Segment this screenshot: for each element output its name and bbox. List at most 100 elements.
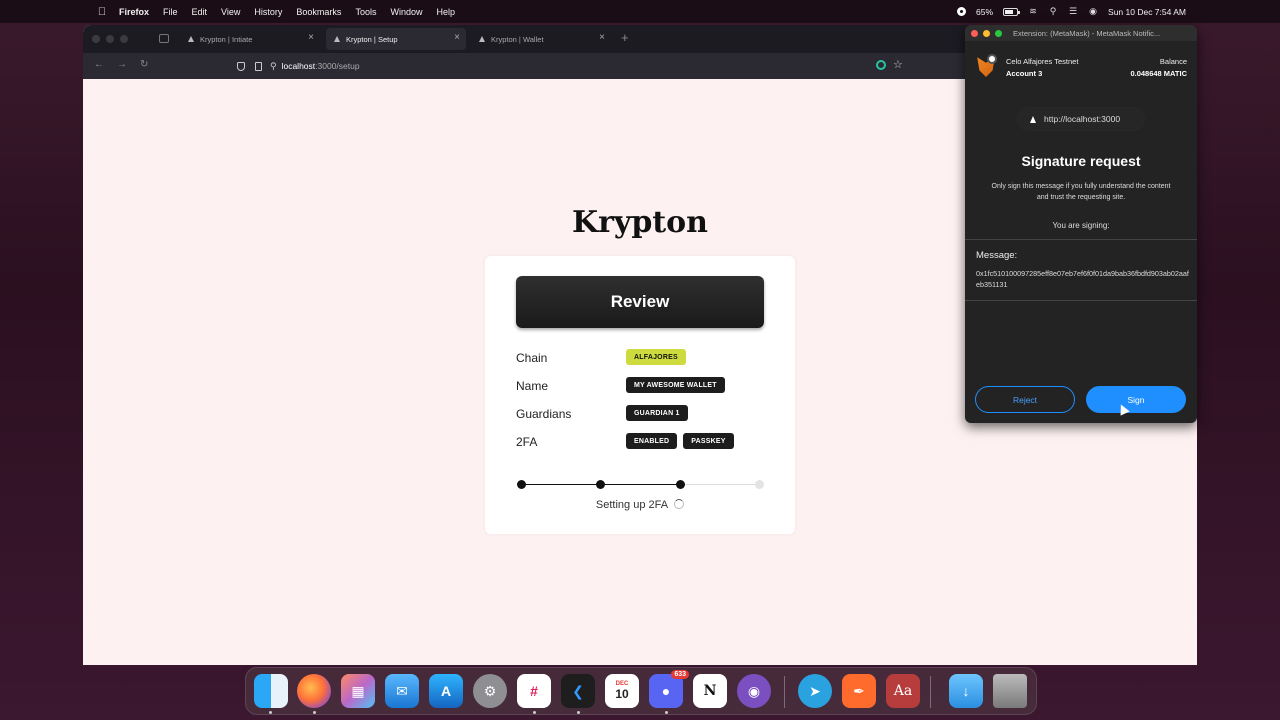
spotlight-search-icon[interactable]: ⚲	[1048, 6, 1058, 17]
menu-view[interactable]: View	[221, 7, 240, 17]
setup-status: Setting up 2FA	[485, 499, 795, 511]
dictionary-label: Aa	[893, 683, 913, 699]
close-tab-icon[interactable]: ×	[308, 32, 314, 43]
wifi-icon[interactable]: ≋	[1028, 6, 1038, 17]
app-store-icon[interactable]: A	[429, 674, 463, 708]
message-box[interactable]: Message: 0x1fc510100097285eff8e07eb7ef6f…	[965, 239, 1197, 301]
row-label: 2FA	[516, 435, 538, 449]
bookmark-star-icon[interactable]: ☆	[893, 58, 903, 71]
account-name: Account 3	[1006, 69, 1043, 78]
discord-notification-badge: 633	[671, 670, 689, 679]
forward-arrow-icon[interactable]: →	[117, 59, 127, 70]
window-controls	[92, 35, 128, 43]
system-settings-icon[interactable]: ⚙	[473, 674, 507, 708]
sign-button[interactable]: Sign	[1086, 386, 1186, 413]
metamask-popup: Extension: (MetaMask) - MetaMask Notific…	[965, 25, 1197, 423]
tab-overview-icon[interactable]	[159, 34, 169, 43]
progress-step-1	[517, 480, 526, 489]
progress-step-3	[675, 480, 685, 489]
menu-help[interactable]: Help	[436, 7, 455, 17]
zoom-window-button[interactable]	[995, 30, 1002, 37]
apple-icon[interactable]: 	[95, 6, 109, 18]
dictionary-icon[interactable]: Aa	[886, 674, 920, 708]
row-label: Name	[516, 379, 549, 393]
discord-icon[interactable]: ● 633	[649, 670, 689, 708]
vscode-icon[interactable]: ❮	[561, 674, 595, 708]
extension-icon[interactable]	[876, 60, 886, 70]
dock-separator	[930, 676, 931, 708]
krypton-favicon-icon	[188, 36, 194, 42]
tab-title: Krypton | Setup	[346, 34, 398, 44]
you-are-signing-label: You are signing:	[1052, 221, 1110, 230]
menu-file[interactable]: File	[163, 7, 178, 17]
close-tab-icon[interactable]: ×	[454, 32, 460, 43]
key-icon[interactable]: ⚲	[270, 61, 277, 72]
row-label: Guardians	[516, 407, 572, 421]
setup-progress	[517, 480, 764, 490]
2fa-enabled-badge: ENABLED	[626, 433, 678, 449]
krypton-favicon-icon	[479, 36, 485, 42]
firefox-icon[interactable]	[297, 674, 331, 708]
tracking-shield-icon[interactable]	[237, 61, 245, 71]
slack-icon[interactable]: #	[517, 674, 551, 708]
pen-app-icon[interactable]: ✒	[842, 674, 876, 708]
close-tab-icon[interactable]: ×	[599, 32, 605, 43]
github-desktop-icon[interactable]: ◉	[737, 674, 771, 708]
menu-edit[interactable]: Edit	[192, 7, 208, 17]
network-name: Celo Alfajores Testnet	[1006, 57, 1079, 66]
battery-icon[interactable]	[1003, 7, 1021, 16]
menu-app-firefox[interactable]: Firefox	[119, 7, 149, 17]
calendar-icon[interactable]: DEC 10	[605, 674, 639, 708]
menu-bookmarks[interactable]: Bookmarks	[296, 7, 341, 17]
origin-url: http://localhost:3000	[1044, 114, 1121, 124]
minimize-window-button[interactable]	[106, 35, 114, 43]
url-bar[interactable]: ⚲ localhost:3000/setup	[233, 56, 913, 76]
siri-icon[interactable]: ◉	[1088, 6, 1098, 17]
reject-button[interactable]: Reject	[975, 386, 1075, 413]
back-arrow-icon[interactable]: ←	[94, 59, 104, 70]
mail-icon[interactable]: ✉	[385, 674, 419, 708]
chain-badge: ALFAJORES	[626, 349, 686, 365]
krypton-favicon-icon	[334, 36, 340, 42]
macos-menubar:  Firefox File Edit View History Bookmar…	[0, 0, 1280, 23]
loading-spinner-icon	[674, 499, 685, 509]
minimize-window-button[interactable]	[983, 30, 990, 37]
notion-icon[interactable]: N	[693, 674, 727, 708]
zoom-window-button[interactable]	[120, 35, 128, 43]
calendar-day: 10	[615, 687, 629, 701]
status-text: Setting up 2FA	[595, 499, 669, 511]
screen-record-icon[interactable]	[957, 7, 967, 16]
menu-window[interactable]: Window	[390, 7, 422, 17]
close-window-button[interactable]	[971, 30, 978, 37]
name-badge: MY AWESOME WALLET	[626, 377, 725, 393]
trash-icon[interactable]	[993, 674, 1027, 708]
tab-title: Krypton | Intiate	[200, 34, 253, 44]
progress-step-4	[755, 480, 764, 489]
downloads-folder-icon[interactable]: ↓	[949, 674, 983, 708]
review-button[interactable]: Review	[516, 276, 764, 328]
launchpad-icon[interactable]: ▦	[341, 674, 375, 708]
url-host: localhost	[281, 61, 316, 71]
control-center-icon[interactable]: ☰	[1068, 6, 1078, 17]
menu-history[interactable]: History	[254, 7, 282, 17]
menu-tools[interactable]: Tools	[355, 7, 376, 17]
message-label: Message:	[976, 250, 1018, 261]
finder-icon[interactable]	[254, 674, 288, 708]
tab-krypton-wallet[interactable]: Krypton | Wallet ×	[471, 28, 611, 50]
review-row-2fa: 2FA ENABLED PASSKEY	[516, 433, 776, 451]
signature-warning-text: Only sign this message if you fully unde…	[991, 183, 1171, 201]
message-hex: 0x1fc510100097285eff8e07eb7ef6f0f01da9ba…	[976, 269, 1189, 289]
tab-krypton-intiate[interactable]: Krypton | Intiate ×	[180, 28, 320, 50]
dock-separator	[784, 676, 785, 708]
telegram-icon[interactable]: ➤	[798, 674, 832, 708]
menubar-clock[interactable]: Sun 10 Dec 7:54 AM	[1108, 7, 1186, 17]
tab-krypton-setup[interactable]: Krypton | Setup ×	[326, 28, 466, 50]
signature-request-title: Signature request	[1021, 153, 1141, 169]
reload-icon[interactable]: ↻	[140, 59, 148, 70]
page-info-icon[interactable]	[255, 61, 262, 71]
running-indicator	[533, 711, 536, 714]
2fa-passkey-badge: PASSKEY	[683, 433, 734, 449]
new-tab-plus-icon[interactable]: +	[621, 30, 629, 45]
close-window-button[interactable]	[92, 35, 100, 43]
review-row-guardians: Guardians GUARDIAN 1	[516, 405, 776, 423]
